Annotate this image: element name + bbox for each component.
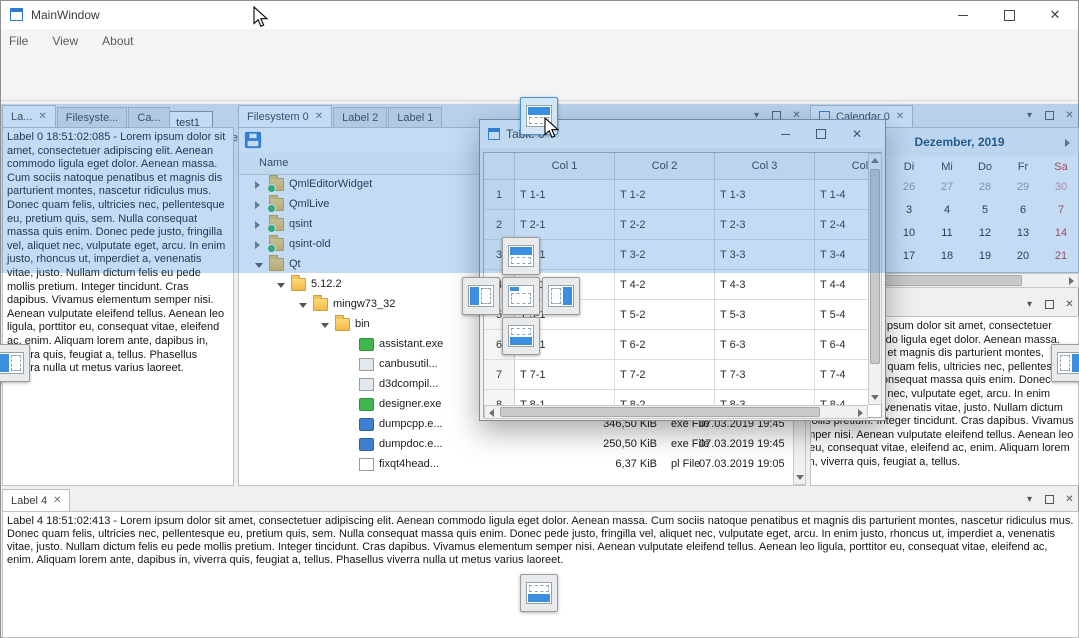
app-green-icon [359, 398, 374, 411]
drop-indicator-area-left[interactable] [462, 277, 500, 315]
table-cell[interactable]: T 5-4 [815, 300, 868, 330]
table-row: 6T 6-1T 6-2T 6-3T 6-4 [484, 330, 868, 360]
app-green-icon [359, 338, 374, 351]
dock-close-icon[interactable]: ✕ [1063, 493, 1076, 506]
close-button[interactable]: ✕ [1032, 1, 1078, 29]
drop-indicator-area-center[interactable] [502, 277, 540, 315]
table-cell[interactable]: T 7-3 [715, 360, 815, 390]
dock-menu-icon[interactable]: ▾ [1023, 493, 1036, 506]
label-4-text: Label 4 18:51:02:413 - Lorem ipsum dolor… [3, 512, 1078, 570]
table-cell[interactable]: T 6-2 [615, 330, 715, 360]
dock-menu-icon[interactable]: ▾ [1023, 298, 1036, 311]
label4-dock-tabbar: Label 4 ✕ ▾ ✕ [2, 489, 1079, 511]
window-title: MainWindow [31, 8, 100, 22]
minimize-button[interactable] [940, 1, 986, 29]
tree-item[interactable]: dumpdoc.e...250,50 KiBexe File07.03.2019… [239, 435, 793, 455]
menu-about[interactable]: About [102, 34, 133, 48]
table-cell[interactable]: T 7-2 [615, 360, 715, 390]
table-cell[interactable]: T 8-2 [615, 390, 715, 405]
folder-icon [335, 318, 350, 331]
table-row-header[interactable]: 8 [484, 390, 515, 405]
table-cell[interactable]: T 5-2 [615, 300, 715, 330]
menubar: File View About [1, 29, 1078, 53]
table-cell[interactable]: T 8-1 [515, 390, 615, 405]
label-4-dock-area: Label 4 ✕ ▾ ✕ Label 4 18:51:02:413 - Lor… [2, 489, 1079, 638]
table-horizontal-scrollbar[interactable] [484, 405, 868, 419]
dock-close-icon[interactable]: ✕ [1063, 298, 1076, 311]
tree-item-name: fixqt4head... [379, 458, 471, 470]
maximize-button[interactable] [986, 1, 1032, 29]
app-blue-icon [359, 418, 374, 431]
table-cell[interactable]: T 8-3 [715, 390, 815, 405]
folder-icon [313, 298, 328, 311]
tree-item-name: canbusutil... [379, 358, 471, 370]
table-cell[interactable]: T 6-4 [815, 330, 868, 360]
collapse-arrow-icon[interactable] [277, 283, 285, 288]
file-date-modified: 07.03.2019 19:05 [699, 458, 793, 470]
drop-indicator-window-bottom[interactable] [520, 574, 558, 612]
dock-float-icon[interactable] [1043, 298, 1056, 311]
tree-item[interactable]: fixqt4head... 6,37 KiB pl File07.03.2019 1… [239, 455, 793, 475]
menu-view[interactable]: View [52, 34, 78, 48]
app-gray-icon [359, 378, 374, 391]
table-cell[interactable]: T 4-3 [715, 270, 815, 300]
tree-item-name: d3dcompil... [379, 378, 471, 390]
tree-item-name: dumpdoc.e... [379, 438, 471, 450]
drop-indicator-area-bottom[interactable] [502, 317, 540, 355]
scroll-down-icon[interactable] [871, 395, 879, 400]
drop-indicator-area-right[interactable] [542, 277, 580, 315]
tree-item-name: 5.12.2 [311, 278, 471, 290]
table-row: 7T 7-1T 7-2T 7-3T 7-4 [484, 360, 868, 390]
scroll-down-icon[interactable] [796, 475, 804, 480]
file-size: 250,50 KiB [509, 438, 657, 450]
scroll-right-icon[interactable] [1069, 277, 1074, 285]
table-cell[interactable]: T 4-4 [815, 270, 868, 300]
folder-icon [291, 278, 306, 291]
dock-float-icon[interactable] [1043, 493, 1056, 506]
table-row: 8T 8-1T 8-2T 8-3T 8-4 [484, 390, 868, 405]
table-cell[interactable]: T 7-1 [515, 360, 615, 390]
tab-label: Label 4 [11, 495, 47, 507]
table-cell[interactable]: T 8-4 [815, 390, 868, 405]
collapse-arrow-icon[interactable] [321, 323, 329, 328]
tree-item-name: designer.exe [379, 398, 471, 410]
app-blue-icon [359, 438, 374, 451]
scroll-right-icon[interactable] [858, 409, 863, 417]
scroll-left-icon[interactable] [489, 409, 494, 417]
titlebar[interactable]: MainWindow ✕ [1, 1, 1078, 29]
scrollbar-handle[interactable] [500, 407, 820, 417]
application-window: { "window": { "title": "MainWindow" }, "… [0, 0, 1079, 638]
tree-item-name: bin [355, 318, 471, 330]
collapse-arrow-icon[interactable] [299, 303, 307, 308]
drop-indicator-window-left[interactable] [0, 344, 30, 382]
table-cell[interactable]: T 7-4 [815, 360, 868, 390]
mouse-cursor [251, 6, 271, 28]
drop-indicator-window-right[interactable] [1051, 344, 1079, 382]
file-icon [359, 458, 374, 471]
file-size: 6,37 KiB [509, 458, 657, 470]
drop-indicator-area-top[interactable] [502, 237, 540, 275]
tree-item-name: mingw73_32 [333, 298, 471, 310]
file-date-modified: 07.03.2019 19:45 [699, 438, 793, 450]
table-row-header[interactable]: 7 [484, 360, 515, 390]
toolbar: Save State Restore State test1 Create Pe… [1, 53, 1078, 101]
app-gray-icon [359, 358, 374, 371]
tab-label-4[interactable]: Label 4 ✕ [2, 489, 70, 511]
close-tab-icon[interactable]: ✕ [53, 495, 61, 506]
file-type: pl File [671, 458, 700, 470]
table-cell[interactable]: T 6-3 [715, 330, 815, 360]
table-cell[interactable]: T 4-2 [615, 270, 715, 300]
tree-item-name: assistant.exe [379, 338, 471, 350]
tree-item-name: dumpcpp.e... [379, 418, 471, 430]
drag-cursor [542, 117, 562, 139]
app-icon [10, 8, 23, 21]
menu-file[interactable]: File [9, 34, 28, 48]
table-cell[interactable]: T 5-3 [715, 300, 815, 330]
